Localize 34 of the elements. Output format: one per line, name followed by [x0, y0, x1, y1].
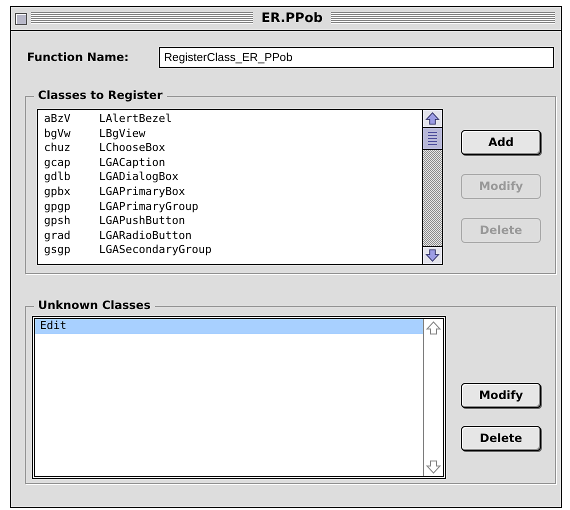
class-code: chuz — [44, 140, 72, 156]
class-code: gcap — [44, 154, 72, 171]
class-code: grad — [44, 228, 72, 244]
class-name: LGAPrimaryGroup — [99, 198, 198, 215]
field-label: Function Name: — [27, 48, 130, 66]
scroll-up-arrow-icon[interactable] — [423, 110, 442, 128]
scroll-thumb[interactable] — [423, 128, 442, 150]
scroll-bar[interactable] — [422, 110, 442, 264]
function-name-field[interactable]: RegisterClass_ER_PPob — [159, 47, 554, 68]
class-name: LGARadioButton — [99, 228, 192, 244]
class-code: gpgp — [44, 198, 72, 215]
list-item[interactable]: Edit — [35, 319, 423, 334]
class-code: bgVw — [44, 126, 72, 142]
class-name: LGAPrimaryBox — [99, 184, 186, 200]
class-code: gpbx — [44, 184, 72, 200]
class-code: aBzV — [44, 111, 72, 128]
class-name: LBgView — [99, 126, 146, 142]
class-code: gdlb — [44, 169, 72, 186]
push-button[interactable]: Add — [461, 130, 541, 155]
scroll-down-arrow-icon[interactable] — [423, 246, 442, 264]
list-box[interactable]: aBzV LAlertBezel bgVw LBgView chuz LChooseBox gcap LGACaption gdlb LGADialogBox gpbx LGAPrimaryBox gpgp LGAPrimaryGroup gpsh LGAPushButton grad LGARadioButton gsgp LGASecondaryGroup — [37, 109, 443, 265]
close-box[interactable] — [15, 12, 27, 24]
class-name: LGADialogBox — [99, 169, 178, 186]
class-name: LGAPushButton — [99, 213, 186, 230]
group-title: Classes to Register — [34, 87, 167, 104]
list-box[interactable]: Edit — [32, 316, 446, 479]
class-name: LGACaption — [99, 154, 166, 171]
class-name: LAlertBezel — [99, 111, 172, 128]
class-code: gsgp — [44, 242, 72, 258]
push-button[interactable]: Delete — [461, 426, 541, 451]
class-code: gpsh — [44, 213, 72, 230]
class-name: LGASecondaryGroup — [99, 242, 212, 258]
class-name: LChooseBox — [99, 140, 166, 156]
push-button[interactable]: Modify — [461, 383, 541, 408]
